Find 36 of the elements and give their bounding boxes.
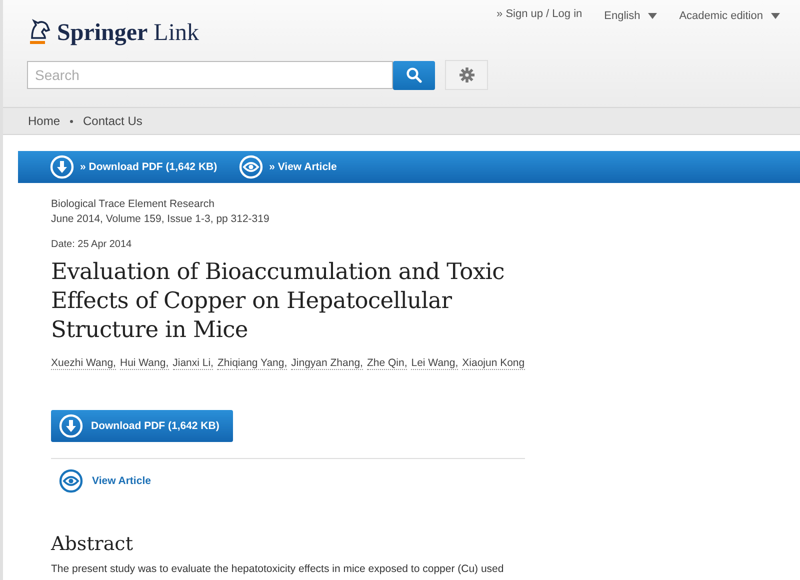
journal-link[interactable]: Biological Trace Element Research	[51, 197, 214, 212]
abstract-heading: Abstract	[51, 533, 134, 555]
download-icon	[59, 414, 83, 438]
edition-menu[interactable]: Academic edition	[679, 6, 780, 22]
author-link[interactable]: Hui Wang,	[120, 357, 169, 370]
eye-icon	[239, 155, 264, 179]
issue-info: June 2014, Volume 159, Issue 1-3, pp 312-319	[51, 212, 270, 227]
download-link[interactable]: » Download PDF (1,642 KB)	[50, 155, 218, 179]
eye-icon	[59, 469, 83, 493]
view-article-link[interactable]: View Article	[59, 469, 151, 493]
author-link[interactable]: Lei Wang,	[411, 357, 458, 370]
settings-icon	[458, 67, 474, 83]
search-button[interactable]	[393, 60, 435, 90]
author-link[interactable]: Jianxi Li,	[172, 357, 214, 370]
author-link[interactable]: Zhiqiang Yang,	[217, 357, 288, 370]
author-link[interactable]: Jingyan Zhang,	[291, 357, 363, 370]
logo-text[interactable]: Springer Link	[57, 20, 199, 46]
download-pdf-button[interactable]: Download PDF (1,642 KB)	[51, 410, 234, 442]
abstract-text: The present study was to evaluate the hepatotoxicity effects in mice exposed to copper (Cu) used	[51, 563, 505, 575]
caret-icon	[648, 13, 658, 19]
sign-up-link[interactable]: » Sign up / Log in	[496, 6, 582, 20]
date-text: Date: 25 Apr 2014	[51, 239, 132, 250]
nav-link[interactable]: Home	[28, 114, 60, 128]
article-title: Evaluation of Bioaccumulation and Toxic Effects of Copper on Hepatocellular Structure in Mice	[51, 258, 506, 345]
language-menu[interactable]: English	[604, 6, 658, 22]
author-link[interactable]: Xiaojun Kong	[462, 357, 525, 370]
caret-icon	[771, 13, 780, 19]
view-article-link[interactable]: » View Article	[239, 155, 337, 179]
horse-head-icon	[27, 16, 51, 46]
author-link[interactable]: Zhe Qin,	[366, 357, 408, 370]
settings-button[interactable]	[445, 60, 488, 90]
search-icon	[406, 67, 422, 83]
download-icon	[50, 155, 74, 179]
nav-link[interactable]: Contact Us	[83, 114, 142, 128]
search-field[interactable]: Search	[27, 61, 393, 89]
author-link[interactable]: Xuezhi Wang,	[51, 357, 116, 370]
